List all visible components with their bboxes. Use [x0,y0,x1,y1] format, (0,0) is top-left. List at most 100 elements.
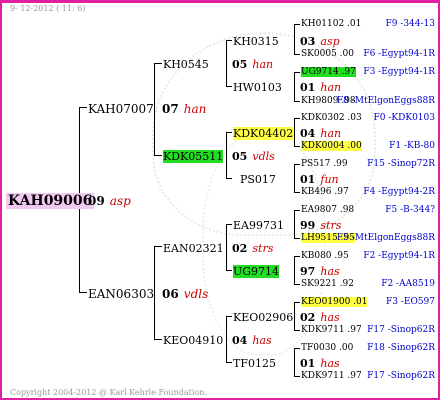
queen-gen5-id: EA9807 .98 [301,205,355,215]
queen-colony: asp [109,194,131,208]
tree-line [294,192,300,193]
queen-gen2[interactable]: EAN06303 [88,285,154,302]
queen-gen5[interactable]: KDK0302 .03 [301,110,362,126]
queen-gen5-id: KEO01900 .01 [301,297,368,307]
queen-gen5[interactable]: SK9221 .92 [301,276,354,292]
tree-line [226,178,232,179]
queen-id: HW0103 [233,81,282,94]
queen-gen5[interactable]: KH01102 .01 [301,16,361,32]
queen-gen5-id: TF0030 .00 [301,343,354,353]
queen-gen5-id: SK0005 .00 [301,49,354,59]
queen-gen2[interactable]: KAH07007 [88,100,154,117]
queen-gen3-mate: 05 han [232,55,273,73]
queen-gen5-breeder: F3 -EO597 [386,297,435,307]
queen-number: 02 [232,242,248,255]
queen-gen5-breeder: F3 -Egypt94-1R [363,67,435,77]
queen-gen5[interactable]: KB080 .95 [301,248,349,264]
tree-line [294,72,300,73]
queen-id: KH0545 [163,58,209,71]
tree-line [154,246,155,340]
tree-line [226,40,232,41]
queen-gen5[interactable]: KDK0004 .00 [301,138,362,154]
tree-line [294,348,295,377]
queen-gen5[interactable]: SK0005 .00 [301,46,354,62]
queen-gen4[interactable]: KDK04402 [233,124,294,142]
pedigree-frame: 9- 12-2012 ( 11: 6) KAH09006 09 asp KAH0… [0,0,440,400]
queen-colony: han [252,58,274,71]
queen-gen5-id: KDK0004 .00 [301,141,362,151]
tree-line [294,284,300,285]
queen-gen4[interactable]: EA99731 [233,216,284,234]
queen-gen3[interactable]: KEO04910 [163,331,223,349]
queen-gen3-mate: 05 vdls [232,147,275,165]
print-date: 9- 12-2012 ( 11: 6) [10,4,86,13]
queen-id: EAN06303 [88,287,155,301]
queen-gen4[interactable]: TF0125 [233,354,276,372]
queen-gen3-mate: 04 has [232,331,272,349]
queen-gen5-breeder: F1 -KB-80 [389,141,435,151]
queen-gen5[interactable]: KEO01900 .01 [301,294,368,310]
queen-colony: han [183,102,207,116]
queen-gen2-mate: 06 vdls [162,285,208,302]
tree-line [294,348,300,349]
queen-gen5[interactable]: PS517 .99 [301,156,348,172]
queen-id: KDK04402 [233,127,294,140]
queen-colony: vdls [183,287,209,301]
queen-id: KEO04910 [163,334,224,347]
tree-line [294,302,300,303]
tree-line [294,164,300,165]
tree-line [154,63,162,64]
queen-id: KAH09006 [6,193,95,209]
queen-colony: strs [252,242,274,255]
queen-gen4[interactable]: KH0315 [233,32,279,50]
tree-line [79,107,87,108]
tree-line [294,118,295,147]
queen-gen5-id: KDK9711 .97 [301,325,362,335]
queen-gen5-id: KH01102 .01 [301,19,362,29]
queen-gen5[interactable]: KDK9711 .97 [301,368,362,384]
tree-line [294,256,295,285]
queen-gen3[interactable]: EAN02321 [163,239,224,257]
queen-gen5[interactable]: TF0030 .00 [301,340,353,356]
tree-line [226,316,232,317]
tree-line [294,330,300,331]
queen-gen5-breeder: F17 -Sinop62R [367,325,435,335]
queen-gen5[interactable]: UG9714 .97 [301,64,356,80]
queen-gen5[interactable]: KB496 .97 [301,184,349,200]
tree-line [294,118,300,119]
queen-gen5-breeder: F18 -Sinop62R [367,343,435,353]
queen-root-mate: 09 asp [88,192,131,209]
queen-id: PS017 [240,173,276,186]
tree-line [294,54,300,55]
tree-line [294,146,300,147]
queen-gen5-breeder: F2 -Egypt94-1R [363,251,435,261]
queen-number: 05 [232,58,248,71]
queen-gen4[interactable]: UG9714 [233,262,280,280]
queen-number: 06 [162,287,179,301]
queen-gen5-breeder: F9 -344-13 [385,19,435,29]
queen-number: 05 [232,150,248,163]
copyright: Copyright 2004-2012 @ Karl Kehrle Founda… [10,388,207,397]
queen-number: 07 [162,102,179,116]
queen-gen4[interactable]: KEO02906 [233,308,293,326]
tree-line [226,132,232,133]
queen-root[interactable]: KAH09006 [6,192,95,209]
queen-gen4[interactable]: PS017 [240,170,276,188]
tree-line [226,362,232,363]
queen-gen3[interactable]: KH0545 [163,55,209,73]
queen-gen3[interactable]: KDK05511 [163,147,224,165]
tree-line [226,224,227,271]
queen-gen5[interactable]: KDK9711 .97 [301,322,362,338]
tree-line [294,164,295,193]
queen-gen5-id: PS517 .99 [301,159,348,169]
queen-gen5-breeder: F8 -MtElgonEggs88R [336,96,435,106]
queen-gen5[interactable]: EA9807 .98 [301,202,354,218]
queen-id: EAN02321 [163,242,224,255]
queen-gen4[interactable]: HW0103 [233,78,282,96]
tree-line [79,292,87,293]
tree-line [226,132,227,179]
queen-gen5-breeder: F6 -Egypt94-1R [363,49,435,59]
queen-id: KAH07007 [88,102,154,116]
queen-number: 04 [232,334,248,347]
tree-line [154,246,162,247]
